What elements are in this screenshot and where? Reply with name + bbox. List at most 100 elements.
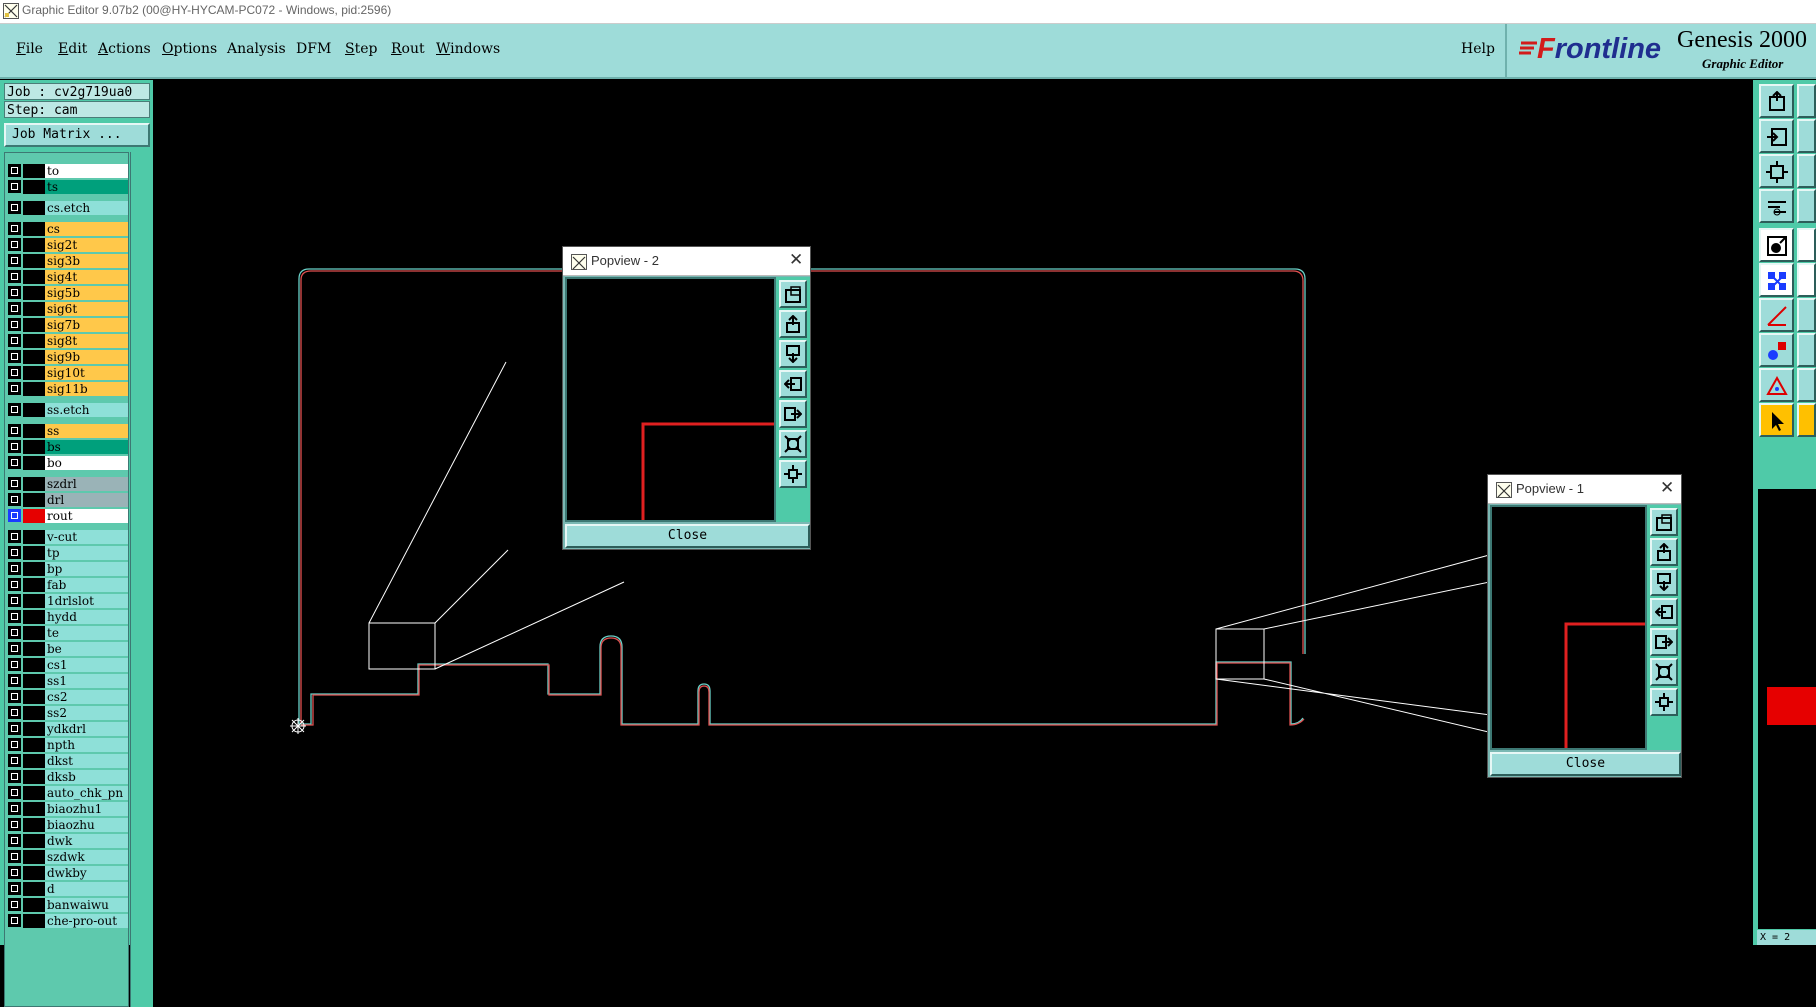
layer-row-cs2[interactable]: cs2 [5,689,130,705]
layer-checkbox[interactable] [8,530,21,543]
layer-checkbox[interactable] [8,770,21,783]
layer-checkbox[interactable] [8,302,21,315]
layer-row-hydd[interactable]: hydd [5,609,130,625]
layer-color-swatch[interactable] [23,754,45,768]
layer-checkbox[interactable] [8,562,21,575]
menu-step[interactable]: Step [345,41,377,57]
measure-alt-button[interactable] [1797,189,1816,223]
layer-checkbox[interactable] [8,238,21,251]
layer-row-sig4t[interactable]: sig4t [5,269,130,285]
layer-name[interactable]: v-cut [45,530,128,544]
layer-name[interactable]: dwkby [45,866,128,880]
layer-checkbox[interactable] [8,254,21,267]
layer-checkbox[interactable] [8,850,21,863]
pan-up-button[interactable] [1650,538,1678,566]
layer-color-swatch[interactable] [23,834,45,848]
layer-color-swatch[interactable] [23,866,45,880]
layer-checkbox[interactable] [8,382,21,395]
layer-checkbox[interactable] [8,270,21,283]
pan-down-button[interactable] [1650,568,1678,596]
layer-checkbox[interactable] [8,201,21,214]
pan-right-button[interactable] [779,400,807,428]
layer-checkbox[interactable] [8,546,21,559]
layer-color-swatch[interactable] [23,578,45,592]
layer-name[interactable]: sig10t [45,366,128,380]
layer-row-tp[interactable]: tp [5,545,130,561]
layer-row-biaozhu1[interactable]: biaozhu1 [5,801,130,817]
layer-name[interactable]: auto_chk_pn [45,786,128,800]
net-button[interactable] [1759,263,1794,297]
layer-checkbox[interactable] [8,642,21,655]
layer-name[interactable]: banwaiwu [45,898,128,912]
layer-color-swatch[interactable] [23,690,45,704]
popview-2-close-button[interactable]: Close [565,524,810,548]
layer-checkbox[interactable] [8,738,21,751]
layer-color-swatch[interactable] [23,477,45,491]
job-matrix-button[interactable]: Job Matrix ... [4,123,150,147]
layer-name[interactable]: drl [45,493,128,507]
layer-row-fab[interactable]: fab [5,577,130,593]
layer-color-swatch[interactable] [23,403,45,417]
layer-color-swatch[interactable] [23,818,45,832]
layer-checkbox[interactable] [8,690,21,703]
layer-color-swatch[interactable] [23,238,45,252]
layer-row-sig9b[interactable]: sig9b [5,349,130,365]
layer-list-scrollbar[interactable] [130,152,153,1007]
add-line-button[interactable] [1759,298,1794,332]
layer-name[interactable]: ts [45,180,128,194]
layer-color-swatch[interactable] [23,334,45,348]
popview-2-view[interactable] [565,277,776,522]
layer-name[interactable]: szdwk [45,850,128,864]
layer-color-swatch[interactable] [23,626,45,640]
zoom-in-button[interactable] [1759,119,1794,153]
layer-color-swatch[interactable] [23,366,45,380]
layer-checkbox[interactable] [8,802,21,815]
layer-row-npth[interactable]: npth [5,737,130,753]
layer-name[interactable]: biaozhu1 [45,802,128,816]
layer-checkbox[interactable] [8,477,21,490]
pan-up-button[interactable] [779,310,807,338]
layer-checkbox[interactable] [8,286,21,299]
layer-name[interactable]: bs [45,440,128,454]
layer-name[interactable]: ss.etch [45,403,128,417]
layer-checkbox[interactable] [8,914,21,927]
fit-screen-button[interactable] [1759,154,1794,188]
layer-color-swatch[interactable] [23,456,45,470]
menu-rout[interactable]: Rout [391,41,425,57]
layer-checkbox[interactable] [8,594,21,607]
layer-name[interactable]: sig5b [45,286,128,300]
layer-checkbox[interactable] [8,456,21,469]
layer-name[interactable]: dksb [45,770,128,784]
layer-color-swatch[interactable] [23,509,45,523]
layer-name[interactable]: che-pro-out [45,914,128,928]
layer-row-sig8t[interactable]: sig8t [5,333,130,349]
zoom-home-alt-button[interactable] [1797,84,1816,118]
select-pointer-alt-button[interactable] [1797,403,1816,437]
layer-row-rout[interactable]: rout [5,508,130,524]
layer-name[interactable]: tp [45,546,128,560]
layer-checkbox[interactable] [8,786,21,799]
layer-color-swatch[interactable] [23,722,45,736]
layer-name[interactable]: fab [45,578,128,592]
layer-row-dkst[interactable]: dkst [5,753,130,769]
layer-color-swatch[interactable] [23,898,45,912]
layer-color-swatch[interactable] [23,222,45,236]
layer-checkbox[interactable] [8,882,21,895]
layer-color-swatch[interactable] [23,254,45,268]
layer-color-swatch[interactable] [23,318,45,332]
layer-row-sig11b[interactable]: sig11b [5,381,130,397]
layer-row-biaozhu[interactable]: biaozhu [5,817,130,833]
menu-windows[interactable]: Windows [436,41,500,57]
add-pad-button[interactable] [1759,333,1794,367]
layer-color-swatch[interactable] [23,546,45,560]
layer-checkbox[interactable] [8,164,21,177]
layer-color-swatch[interactable] [23,350,45,364]
layer-checkbox[interactable] [8,578,21,591]
menu-edit[interactable]: Edit [58,41,87,57]
layer-row-drl[interactable]: drl [5,492,130,508]
layer-row-sig5b[interactable]: sig5b [5,285,130,301]
layer-color-swatch[interactable] [23,382,45,396]
layer-row-1drlslot[interactable]: 1drlslot [5,593,130,609]
layer-row-to[interactable]: to [5,163,130,179]
layer-color-swatch[interactable] [23,530,45,544]
